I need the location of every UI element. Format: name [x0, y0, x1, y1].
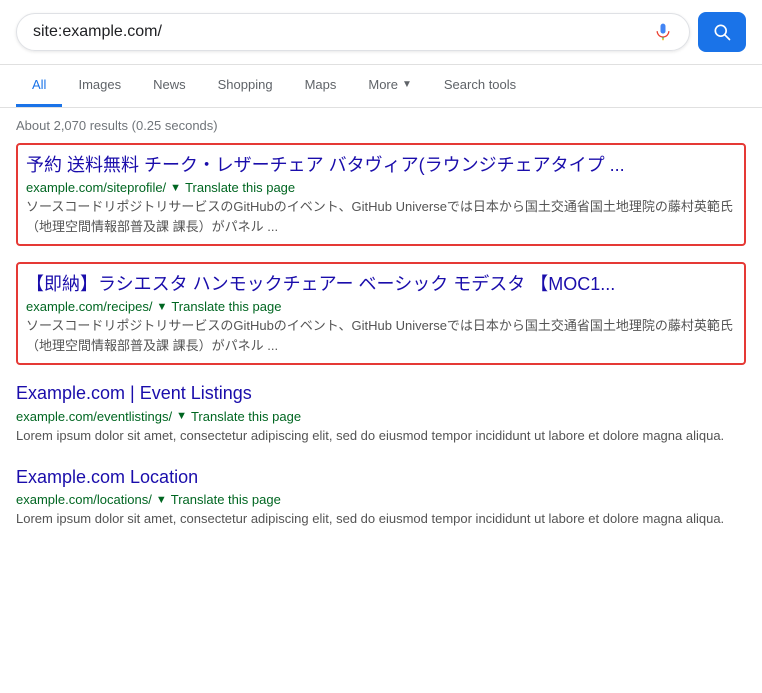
tab-more[interactable]: More ▼ — [352, 65, 428, 107]
result-title[interactable]: Example.com | Event Listings — [16, 381, 746, 406]
tab-news[interactable]: News — [137, 65, 202, 107]
result-title[interactable]: Example.com Location — [16, 465, 746, 490]
dropdown-arrow-icon[interactable]: ▼ — [156, 494, 167, 506]
mic-icon[interactable] — [653, 22, 673, 42]
dropdown-arrow-icon[interactable]: ▼ — [170, 182, 181, 194]
results-info: About 2,070 results (0.25 seconds) — [0, 108, 762, 143]
results-container: 予約 送料無料 チーク・レザーチェア バタヴィア(ラウンジチェアタイプ ... … — [0, 143, 762, 529]
result-title[interactable]: 予約 送料無料 チーク・レザーチェア バタヴィア(ラウンジチェアタイプ ... — [26, 153, 736, 178]
tab-images[interactable]: Images — [62, 65, 137, 107]
search-button[interactable] — [698, 12, 746, 52]
results-count: About 2,070 results (0.25 seconds) — [16, 118, 218, 133]
search-bar — [0, 0, 762, 65]
result-snippet: ソースコードリポジトリサービスのGitHubのイベント、GitHub Unive… — [26, 316, 736, 355]
translate-link[interactable]: Translate this page — [171, 492, 281, 507]
result-url-line: example.com/eventlistings/ ▼ Translate t… — [16, 409, 746, 424]
result-item: Example.com Location example.com/locatio… — [16, 465, 746, 529]
result-snippet: ソースコードリポジトリサービスのGitHubのイベント、GitHub Unive… — [26, 197, 736, 236]
tab-maps[interactable]: Maps — [289, 65, 353, 107]
result-item: 【即納】ラシエスタ ハンモックチェアー ベーシック モデスタ 【MOC1... … — [16, 262, 746, 365]
search-icon — [712, 22, 732, 42]
dropdown-arrow-icon[interactable]: ▼ — [156, 301, 167, 313]
chevron-down-icon: ▼ — [402, 79, 412, 90]
dropdown-arrow-icon[interactable]: ▼ — [176, 410, 187, 422]
tab-shopping[interactable]: Shopping — [202, 65, 289, 107]
result-item: Example.com | Event Listings example.com… — [16, 381, 746, 445]
result-url: example.com/locations/ — [16, 492, 152, 507]
search-input-wrapper — [16, 13, 690, 51]
result-url: example.com/siteprofile/ — [26, 180, 166, 195]
result-item: 予約 送料無料 チーク・レザーチェア バタヴィア(ラウンジチェアタイプ ... … — [16, 143, 746, 246]
result-snippet: Lorem ipsum dolor sit amet, consectetur … — [16, 426, 746, 446]
result-snippet: Lorem ipsum dolor sit amet, consectetur … — [16, 509, 746, 529]
result-url-line: example.com/recipes/ ▼ Translate this pa… — [26, 299, 736, 314]
result-url: example.com/eventlistings/ — [16, 409, 172, 424]
translate-link[interactable]: Translate this page — [185, 180, 295, 195]
result-url-line: example.com/locations/ ▼ Translate this … — [16, 492, 746, 507]
nav-tabs: All Images News Shopping Maps More ▼ Sea… — [0, 65, 762, 108]
tab-search-tools[interactable]: Search tools — [428, 65, 532, 107]
result-url: example.com/recipes/ — [26, 299, 152, 314]
translate-link[interactable]: Translate this page — [171, 299, 281, 314]
result-url-line: example.com/siteprofile/ ▼ Translate thi… — [26, 180, 736, 195]
translate-link[interactable]: Translate this page — [191, 409, 301, 424]
search-input[interactable] — [33, 23, 653, 41]
result-title[interactable]: 【即納】ラシエスタ ハンモックチェアー ベーシック モデスタ 【MOC1... — [26, 272, 736, 297]
tab-all[interactable]: All — [16, 65, 62, 107]
